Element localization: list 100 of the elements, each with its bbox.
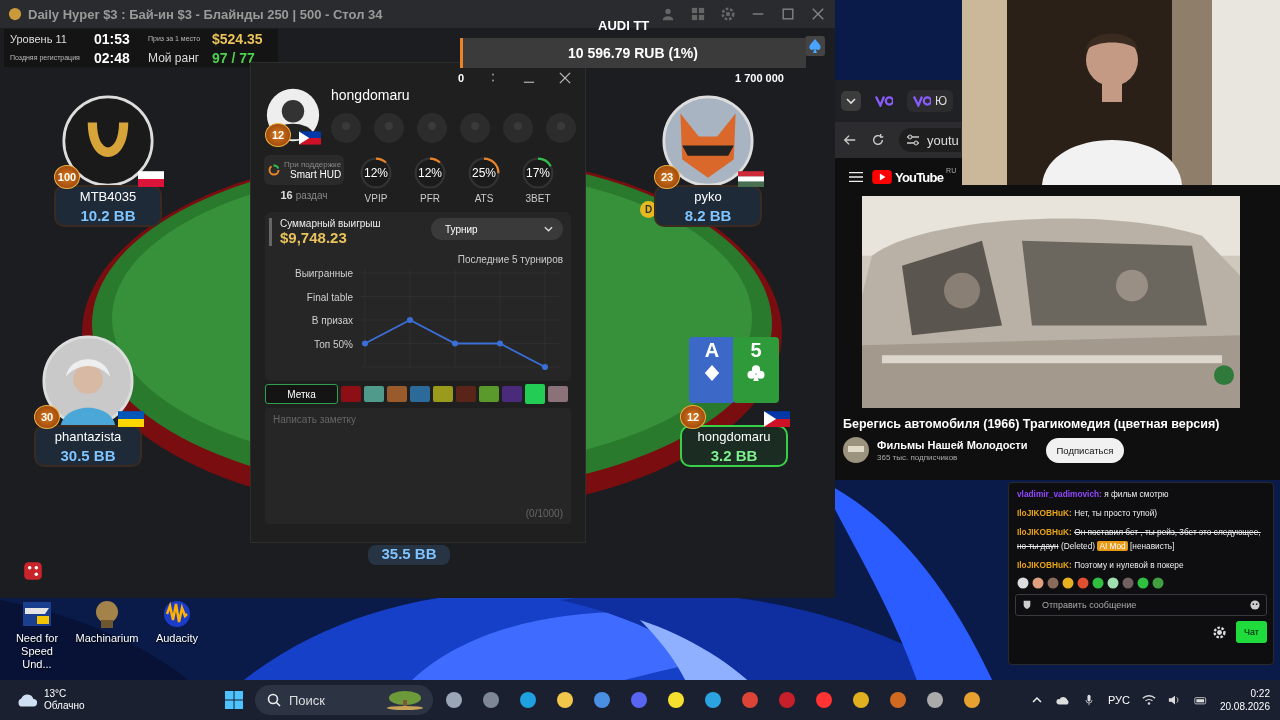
winnings-amount: $9,748.23 xyxy=(280,229,348,246)
card-rank: A xyxy=(704,339,720,362)
clock-date[interactable]: 20.08.2026 xyxy=(1219,700,1270,713)
jackpot-title: AUDI TT xyxy=(598,18,650,33)
level-badge: 12 xyxy=(265,123,291,147)
axis-label: Топ 50% xyxy=(313,338,353,350)
flag-icon xyxy=(299,131,321,145)
desktop-icon-label[interactable]: Audacity xyxy=(145,632,209,645)
color-swatch[interactable] xyxy=(502,386,522,402)
hands-count: 16 xyxy=(280,189,293,201)
spade-icon[interactable] xyxy=(805,36,825,56)
color-swatch[interactable] xyxy=(525,384,545,404)
close-icon[interactable] xyxy=(811,7,825,21)
tab-logo-icon[interactable] xyxy=(875,95,893,107)
emote-icon[interactable] xyxy=(1032,577,1044,589)
stat-value: 12% xyxy=(364,166,388,180)
language-indicator[interactable]: РУС xyxy=(1107,694,1130,706)
player-name: hongdomaru xyxy=(697,428,771,444)
color-swatch[interactable] xyxy=(387,386,407,402)
person-icon[interactable] xyxy=(661,7,675,21)
dice-icon[interactable] xyxy=(22,560,44,582)
hud-name: Smart HUD xyxy=(290,169,342,180)
reload-icon[interactable] xyxy=(871,133,885,147)
desktop-icon-label[interactable]: Need for Speed Und... xyxy=(5,632,69,671)
clock-time[interactable]: 0:22 xyxy=(1250,687,1270,700)
achievement-icon xyxy=(503,113,533,143)
jackpot-start: 0 xyxy=(458,72,465,84)
address-field[interactable]: youtu xyxy=(899,128,961,152)
emote-icon[interactable] xyxy=(1017,577,1029,589)
menu-icon[interactable] xyxy=(849,171,863,183)
channel-avatar-icon[interactable] xyxy=(843,437,869,463)
color-swatch[interactable] xyxy=(341,386,361,402)
character-counter: (0/1000) xyxy=(525,508,563,519)
stat-value: 17% xyxy=(526,166,550,180)
emote-icon[interactable] xyxy=(1062,577,1074,589)
windows-logo-icon[interactable] xyxy=(224,690,244,710)
subscribe-button[interactable]: Подписаться xyxy=(1045,437,1125,463)
fox-avatar-icon xyxy=(662,95,754,187)
subscriber-count: 365 тыс. подписчиков xyxy=(877,452,959,462)
player-plate[interactable]: pyko 8.2 BB xyxy=(654,185,762,227)
player-name: MTB4035 xyxy=(79,188,137,204)
search-field[interactable]: Поиск xyxy=(255,685,433,715)
emote-icon[interactable] xyxy=(1137,577,1149,589)
grid-icon[interactable] xyxy=(691,7,705,21)
flag-icon xyxy=(764,411,790,427)
flag-icon xyxy=(738,171,764,187)
emote-icon[interactable] xyxy=(1152,577,1164,589)
channel-name[interactable]: Фильмы Нашей Молодости xyxy=(877,438,1028,451)
color-swatch[interactable] xyxy=(456,386,476,402)
chat-message: vladimir_vadimovich: я фильм смотрю xyxy=(1016,488,1170,501)
site-logo-text[interactable]: YouTube xyxy=(895,169,944,185)
emote-icon[interactable] xyxy=(1107,577,1119,589)
ring-icon xyxy=(268,164,280,176)
back-icon[interactable] xyxy=(843,133,857,147)
chat-message: IloJIKOBHuK: Поэтому и нулевой в покере xyxy=(1016,559,1185,572)
color-swatch[interactable] xyxy=(479,386,499,402)
close-icon[interactable] xyxy=(559,72,571,84)
rank-value: 97 / 77 xyxy=(212,49,256,66)
tournament-dropdown[interactable]: Турнир xyxy=(431,218,563,240)
cloud-icon[interactable] xyxy=(16,692,38,708)
play-logo-icon[interactable] xyxy=(872,170,892,184)
player-plate[interactable]: hongdomaru 3.2 BB xyxy=(680,425,788,467)
level-badge: 100 xyxy=(54,165,80,189)
chevron-down-icon[interactable] xyxy=(841,91,861,111)
color-swatch[interactable] xyxy=(548,386,568,402)
axis-label: В призах xyxy=(311,315,353,326)
chat-input-field[interactable]: Отправить сообщение xyxy=(1015,594,1267,616)
desktop-icon-label[interactable]: Machinarium xyxy=(75,632,139,645)
smiley-icon[interactable] xyxy=(1250,600,1260,610)
player-name: phantazista xyxy=(54,428,122,444)
player-name: pyko xyxy=(694,188,722,204)
color-swatch[interactable] xyxy=(433,386,453,402)
battery-icon[interactable] xyxy=(1193,694,1208,706)
player-plate[interactable]: MTB4035 10.2 BB xyxy=(54,185,162,227)
chart-caption: Последние 5 турниров xyxy=(457,254,563,265)
stat-label: PFR xyxy=(420,193,440,204)
chat-message: IloJIKOBHuK: Он поставил бет , ты рейз, 3бет это следующее, но ты даун (Deleted) AI Mod [ненависть] xyxy=(1016,526,1262,553)
wifi-icon[interactable] xyxy=(1141,694,1156,706)
cloud-icon[interactable] xyxy=(1055,694,1070,706)
stat-ring xyxy=(358,155,394,191)
achievement-icon xyxy=(374,113,404,143)
color-swatch[interactable] xyxy=(364,386,384,402)
circle-icon[interactable] xyxy=(777,690,797,710)
level-timer: 01:53 xyxy=(94,30,131,47)
player-plate[interactable]: phantazista 30.5 BB xyxy=(34,425,142,467)
chevron-down-icon xyxy=(544,226,553,232)
maximize-icon[interactable] xyxy=(781,7,795,21)
video-title[interactable]: Берегись автомобиля (1966) Трагикомедия (цветная версия) xyxy=(843,417,1280,431)
achievement-icon xyxy=(546,113,576,143)
tree-icon xyxy=(385,690,425,710)
browser-tab[interactable]: Ю xyxy=(907,90,954,112)
poker-chip-icon xyxy=(8,7,22,21)
player-stack: 3.2 BB xyxy=(710,446,758,464)
sound-wave-icon[interactable] xyxy=(161,598,193,630)
emote-icon[interactable] xyxy=(1092,577,1104,589)
window-title: Daily Hyper $3 : Бай-ин $3 - Блайнды 250 | 500 - Стол 34 xyxy=(28,6,383,22)
color-swatch[interactable] xyxy=(410,386,430,402)
chat-button[interactable]: Чат xyxy=(1236,621,1267,643)
achievement-icon xyxy=(417,113,447,143)
tag-button[interactable]: Метка xyxy=(265,384,338,404)
